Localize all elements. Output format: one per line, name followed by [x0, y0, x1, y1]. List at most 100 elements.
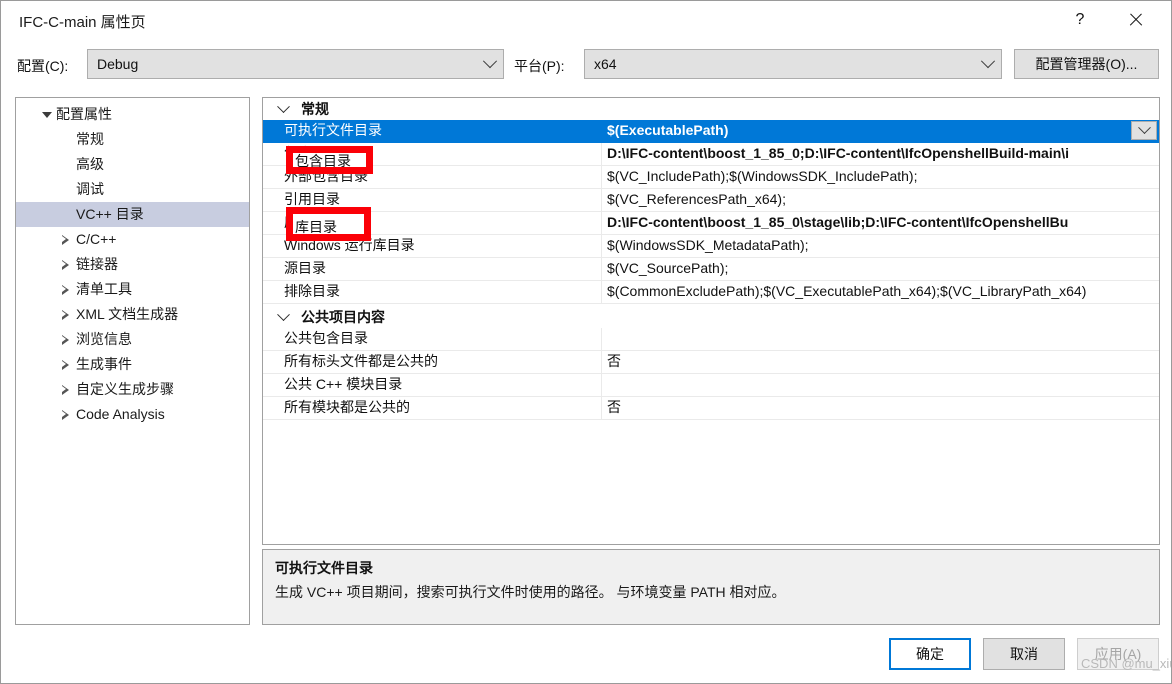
tree-item-label: 常规: [76, 131, 104, 147]
triangle-right-icon[interactable]: [58, 302, 72, 327]
tree-item-9[interactable]: 浏览信息: [16, 327, 249, 352]
triangle-right-icon[interactable]: [58, 377, 72, 402]
description-panel: 可执行文件目录 生成 VC++ 项目期间，搜索可执行文件时使用的路径。 与环境变…: [262, 549, 1160, 625]
description-title: 可执行文件目录: [275, 560, 373, 576]
help-button[interactable]: ?: [1057, 1, 1103, 39]
property-row[interactable]: Windows 运行库目录 $(WindowsSDK_MetadataPath);: [263, 235, 1159, 258]
property-value[interactable]: $(VC_IncludePath);$(WindowsSDK_IncludePa…: [602, 166, 1159, 188]
property-name: 公共 C++ 模块目录: [263, 374, 602, 396]
property-name: 所有标头文件都是公共的: [263, 351, 602, 373]
property-name: Windows 运行库目录: [263, 235, 602, 257]
tree-item-label: 浏览信息: [76, 331, 132, 347]
grid-section-header-0[interactable]: 常规: [263, 98, 1159, 120]
property-row[interactable]: 库目录 D:\IFC-content\boost_1_85_0\stage\lib…: [263, 212, 1159, 235]
tree-item-label: 调试: [76, 181, 104, 197]
property-value[interactable]: 否: [602, 351, 1159, 373]
triangle-down-icon[interactable]: [40, 102, 54, 127]
tree-item-11[interactable]: 自定义生成步骤: [16, 377, 249, 402]
property-name: 公共包含目录: [263, 328, 602, 350]
property-row[interactable]: 公共包含目录: [263, 328, 1159, 351]
title-bar: IFC-C-main 属性页 ?: [1, 1, 1171, 39]
tree-item-5[interactable]: C/C++: [16, 227, 249, 252]
configuration-combobox[interactable]: Debug: [87, 49, 504, 79]
tree-item-label: XML 文档生成器: [76, 306, 179, 322]
tree-item-6[interactable]: 链接器: [16, 252, 249, 277]
tree-item-label: 生成事件: [76, 356, 132, 372]
property-value[interactable]: 否: [602, 397, 1159, 419]
configuration-value: Debug: [97, 56, 139, 72]
grid-section-title: 公共项目内容: [301, 309, 385, 325]
property-pages-dialog: IFC-C-main 属性页 ? 配置(C): Debug 平台(P): x64…: [0, 0, 1172, 684]
property-value[interactable]: $(WindowsSDK_MetadataPath);: [602, 235, 1159, 257]
question-mark-icon: ?: [1075, 11, 1085, 28]
tree-item-1[interactable]: 常规: [16, 127, 249, 152]
triangle-right-icon[interactable]: [58, 402, 72, 427]
chevron-down-icon: [477, 54, 503, 69]
property-value[interactable]: $(VC_SourcePath);: [602, 258, 1159, 280]
property-value[interactable]: $(VC_ReferencesPath_x64);: [602, 189, 1159, 211]
tree-item-4[interactable]: VC++ 目录: [16, 202, 249, 227]
tree-item-label: 自定义生成步骤: [76, 381, 174, 397]
property-name: 外部包含目录: [263, 166, 602, 188]
chevron-down-icon[interactable]: [275, 306, 291, 328]
ok-button[interactable]: 确定: [889, 638, 971, 670]
property-value-dropdown-button[interactable]: [1131, 121, 1157, 140]
close-icon: [1128, 12, 1144, 28]
tree-item-12[interactable]: Code Analysis: [16, 402, 249, 427]
tree-item-label: Code Analysis: [76, 406, 165, 422]
property-name: 可执行文件目录: [263, 120, 602, 142]
platform-value: x64: [594, 56, 617, 72]
property-value[interactable]: D:\IFC-content\boost_1_85_0\stage\lib;D:…: [602, 212, 1159, 234]
property-row[interactable]: 所有标头文件都是公共的否: [263, 351, 1159, 374]
grid-section-header-1[interactable]: 公共项目内容: [263, 306, 1159, 328]
triangle-right-icon[interactable]: [58, 227, 72, 252]
tree-item-label: 配置属性: [56, 106, 112, 122]
tree-item-label: C/C++: [76, 231, 117, 247]
property-value[interactable]: [602, 374, 1159, 396]
property-value[interactable]: $(CommonExcludePath);$(VC_ExecutablePath…: [602, 281, 1159, 303]
property-row[interactable]: 源目录 $(VC_SourcePath);: [263, 258, 1159, 281]
triangle-right-icon[interactable]: [58, 277, 72, 302]
property-value[interactable]: [602, 328, 1159, 350]
cancel-button[interactable]: 取消: [983, 638, 1065, 670]
property-tree-panel[interactable]: 配置属性常规高级调试 VC++ 目录 C/C++ 链接器清单工具 XML 文档生成器 浏览…: [15, 97, 250, 625]
property-row[interactable]: 包含目录 D:\IFC-content\boost_1_85_0;D:\IFC-c…: [263, 143, 1159, 166]
property-name: 源目录: [263, 258, 602, 280]
configuration-manager-button[interactable]: 配置管理器(O)...: [1014, 49, 1159, 79]
tree-item-3[interactable]: 调试: [16, 177, 249, 202]
tree-item-label: VC++ 目录: [76, 206, 144, 222]
tree-item-7[interactable]: 清单工具: [16, 277, 249, 302]
property-value[interactable]: D:\IFC-content\boost_1_85_0;D:\IFC-conte…: [602, 143, 1159, 165]
description-body: 生成 VC++ 项目期间，搜索可执行文件时使用的路径。 与环境变量 PATH 相…: [275, 584, 786, 600]
chevron-down-icon[interactable]: [275, 98, 291, 120]
tree-item-8[interactable]: XML 文档生成器: [16, 302, 249, 327]
close-button[interactable]: [1113, 1, 1159, 39]
platform-combobox[interactable]: x64: [584, 49, 1002, 79]
tree-item-10[interactable]: 生成事件: [16, 352, 249, 377]
triangle-right-icon[interactable]: [58, 252, 72, 277]
property-name: 包含目录: [263, 143, 602, 165]
property-name: 排除目录: [263, 281, 602, 303]
grid-section-title: 常规: [301, 101, 329, 117]
triangle-right-icon[interactable]: [58, 327, 72, 352]
property-row[interactable]: 公共 C++ 模块目录: [263, 374, 1159, 397]
tree-item-label: 链接器: [76, 256, 118, 272]
property-row[interactable]: 排除目录 $(CommonExcludePath);$(VC_Executable…: [263, 281, 1159, 304]
property-name: 库目录: [263, 212, 602, 234]
property-row[interactable]: 所有模块都是公共的否: [263, 397, 1159, 420]
triangle-right-icon[interactable]: [58, 352, 72, 377]
property-name: 所有模块都是公共的: [263, 397, 602, 419]
tree-item-2[interactable]: 高级: [16, 152, 249, 177]
property-value[interactable]: $(ExecutablePath): [602, 120, 1159, 142]
property-row[interactable]: 外部包含目录 $(VC_IncludePath);$(WindowsSDK_Inc…: [263, 166, 1159, 189]
tree-item-0[interactable]: 配置属性: [16, 102, 249, 127]
property-row[interactable]: 可执行文件目录 $(ExecutablePath): [263, 120, 1159, 143]
tree-item-label: 高级: [76, 156, 104, 172]
property-row[interactable]: 引用目录 $(VC_ReferencesPath_x64);: [263, 189, 1159, 212]
apply-button: 应用(A): [1077, 638, 1159, 670]
configuration-label: 配置(C):: [17, 58, 69, 74]
window-title: IFC-C-main 属性页: [19, 14, 146, 31]
tree-item-label: 清单工具: [76, 281, 132, 297]
property-grid-panel[interactable]: 常规 可执行文件目录 $(ExecutablePath) 包含目录 D:\IFC-con…: [262, 97, 1160, 545]
chevron-down-icon: [1137, 121, 1151, 135]
